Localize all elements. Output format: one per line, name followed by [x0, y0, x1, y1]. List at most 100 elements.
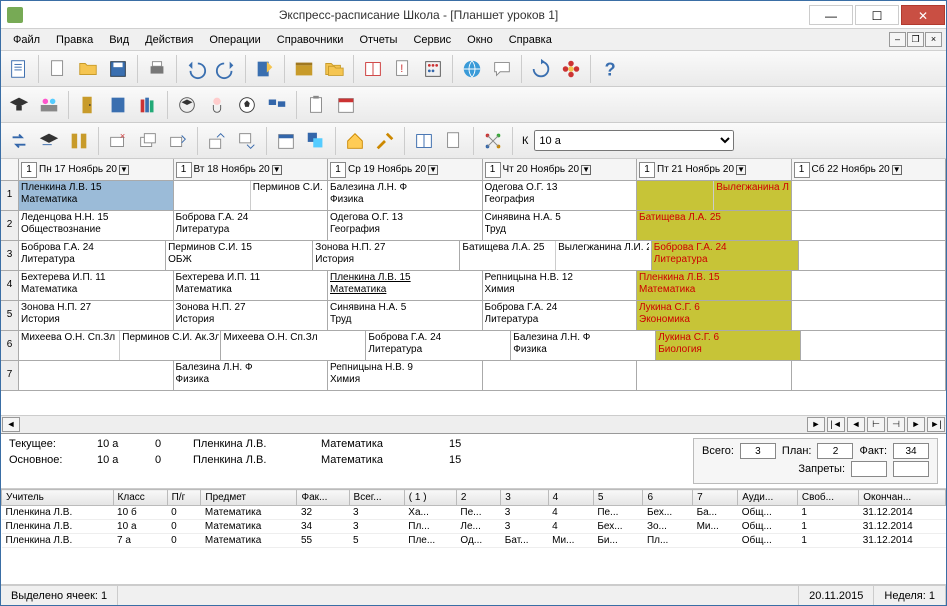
day-num-input[interactable]: [794, 162, 810, 178]
lesson-cell[interactable]: Репницына Н.В. 9Химия: [328, 361, 483, 390]
lesson-cell[interactable]: Перминов С.И. 15ОБЖ: [166, 241, 313, 270]
day-header[interactable]: Вт 18 Ноябрь 20▼: [174, 159, 329, 180]
undo-icon[interactable]: [182, 55, 210, 83]
notepad-icon[interactable]: [5, 55, 33, 83]
col-header[interactable]: Фак...: [297, 490, 349, 506]
help-icon[interactable]: ?: [596, 55, 624, 83]
grad2-icon[interactable]: [173, 91, 201, 119]
menu-help[interactable]: Справка: [501, 32, 560, 48]
lesson-cell[interactable]: [792, 361, 947, 390]
lesson-cell[interactable]: Боброва Г.А. 24Литература: [366, 331, 511, 360]
network-icon[interactable]: [479, 127, 507, 155]
lesson-cell[interactable]: Зонова Н.П. 27История: [313, 241, 460, 270]
mdi-minimize[interactable]: –: [889, 32, 906, 47]
lesson-cell[interactable]: [801, 331, 946, 360]
mdi-close[interactable]: ×: [925, 32, 942, 47]
menu-view[interactable]: Вид: [101, 32, 137, 48]
lesson-cell[interactable]: Балезина Л.Н. ФФизика: [328, 181, 483, 210]
lesson-cell[interactable]: Боброва Г.А. 24Литература: [652, 241, 799, 270]
new-icon[interactable]: [44, 55, 72, 83]
table-row[interactable]: Пленкина Л.В.7 а0Математика555Пле...Од..…: [2, 534, 946, 548]
col-header[interactable]: 5: [593, 490, 643, 506]
maximize-button[interactable]: ☐: [855, 5, 899, 25]
menu-window[interactable]: Окно: [459, 32, 501, 48]
day-dropdown-icon[interactable]: ▼: [581, 165, 591, 175]
nav-prev2[interactable]: ⊢: [867, 417, 885, 432]
refresh-icon[interactable]: [527, 55, 555, 83]
computers-icon[interactable]: [263, 91, 291, 119]
menu-actions[interactable]: Действия: [137, 32, 201, 48]
lesson-cell[interactable]: [792, 301, 947, 330]
graduate-icon[interactable]: [5, 91, 33, 119]
menu-file[interactable]: Файл: [5, 32, 48, 48]
table-row[interactable]: Пленкина Л.В.10 б0Математика323Ха...Пе..…: [2, 506, 946, 520]
lesson-cell[interactable]: Михеева О.Н. Сп.ЗлПерминов С.И. Ак.Зл: [19, 331, 221, 360]
doctor-icon[interactable]: [203, 91, 231, 119]
lesson-cell[interactable]: Синявина Н.А. 5Труд: [328, 301, 483, 330]
lesson-cell[interactable]: Лукина С.Г. 6Биология: [656, 331, 801, 360]
col-header[interactable]: 6: [643, 490, 693, 506]
lesson-cell[interactable]: Пленкина Л.В. 15Математика: [19, 181, 174, 210]
minimize-button[interactable]: —: [809, 5, 853, 25]
abacus-icon[interactable]: [419, 55, 447, 83]
lesson-cell[interactable]: Перминов С.И. Ак.Зл: [174, 181, 329, 210]
books-icon[interactable]: [134, 91, 162, 119]
lesson-cell[interactable]: Батищева Л.А. 25: [637, 211, 792, 240]
edit-icon[interactable]: [251, 55, 279, 83]
col-header[interactable]: 2: [456, 490, 500, 506]
day-dropdown-icon[interactable]: ▼: [119, 165, 129, 175]
up-icon[interactable]: [203, 127, 231, 155]
total-input[interactable]: [740, 443, 776, 459]
lesson-cell[interactable]: Синявина Н.А. 5Труд: [483, 211, 638, 240]
day-dropdown-icon[interactable]: ▼: [892, 165, 902, 175]
flower-icon[interactable]: [557, 55, 585, 83]
door-icon[interactable]: [74, 91, 102, 119]
lesson-cell[interactable]: Пленкина Л.В. 15Математика: [328, 271, 483, 300]
tools-icon[interactable]: [371, 127, 399, 155]
lesson-cell[interactable]: Балезина Л.Н. ФФизика: [174, 361, 329, 390]
day-num-input[interactable]: [176, 162, 192, 178]
book2-icon[interactable]: [104, 91, 132, 119]
day-header[interactable]: Сб 22 Ноябрь 20▼: [792, 159, 947, 180]
lesson-cell[interactable]: Зонова Н.П. 27История: [19, 301, 174, 330]
day-dropdown-icon[interactable]: ▼: [736, 165, 746, 175]
day-num-input[interactable]: [485, 162, 501, 178]
menu-service[interactable]: Сервис: [405, 32, 459, 48]
nav-next[interactable]: ►: [907, 417, 925, 432]
col-header[interactable]: Своб...: [797, 490, 858, 506]
nav-prev[interactable]: ◄: [847, 417, 865, 432]
col-header[interactable]: Учитель: [2, 490, 114, 506]
page-icon[interactable]: [440, 127, 468, 155]
lesson-cell[interactable]: [637, 361, 792, 390]
date-icon[interactable]: [272, 127, 300, 155]
plan-input[interactable]: [817, 443, 853, 459]
col-header[interactable]: 4: [548, 490, 593, 506]
col-header[interactable]: Окончан...: [859, 490, 946, 506]
class-select[interactable]: 10 а: [534, 130, 734, 151]
book3-icon[interactable]: [410, 127, 438, 155]
mdi-restore[interactable]: ❐: [907, 32, 924, 47]
col-header[interactable]: Всег...: [349, 490, 404, 506]
lesson-cell[interactable]: Зонова Н.П. 27История: [174, 301, 329, 330]
archive-icon[interactable]: [290, 55, 318, 83]
clipboard-icon[interactable]: [302, 91, 330, 119]
menu-reports[interactable]: Отчеты: [351, 32, 405, 48]
lesson-cell[interactable]: Лукина С.Г. 6Экономика: [637, 301, 792, 330]
chat-icon[interactable]: [488, 55, 516, 83]
table-row[interactable]: Пленкина Л.В.10 а0Математика343Пл...Ле..…: [2, 520, 946, 534]
book-icon[interactable]: [359, 55, 387, 83]
alert-icon[interactable]: !: [389, 55, 417, 83]
col-header[interactable]: ( 1 ): [404, 490, 456, 506]
fact-input[interactable]: [893, 443, 929, 459]
nav-next2[interactable]: ⊣: [887, 417, 905, 432]
lesson-cell[interactable]: Одегова О.Г. 13География: [328, 211, 483, 240]
move-cell-icon[interactable]: [164, 127, 192, 155]
menu-operations[interactable]: Операции: [201, 32, 268, 48]
scroll-left[interactable]: ◄: [2, 417, 20, 432]
multi-icon[interactable]: [302, 127, 330, 155]
lesson-cell[interactable]: Боброва Г.А. 24Литература: [19, 241, 166, 270]
copy-cell-icon[interactable]: [134, 127, 162, 155]
print-icon[interactable]: [143, 55, 171, 83]
lesson-cell[interactable]: Батищева Л.А. 25Вылегжанина Л.И. 23: [460, 241, 651, 270]
lesson-cell[interactable]: [799, 241, 946, 270]
